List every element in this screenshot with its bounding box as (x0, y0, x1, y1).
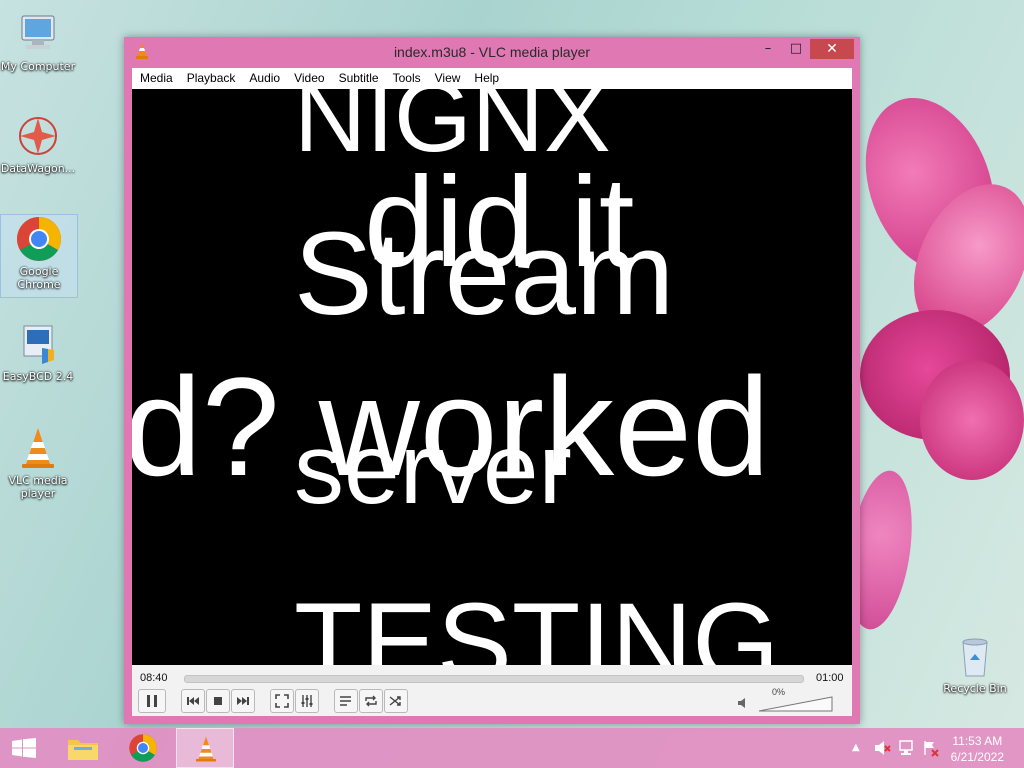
datawagon-icon (14, 112, 62, 160)
fullscreen-icon (275, 694, 289, 708)
taskbar-clock[interactable]: 11:53 AM 6/21/2022 (951, 733, 1004, 765)
playback-controls: 08:40 01:00 0% (132, 665, 852, 716)
menu-playback[interactable]: Playback (179, 68, 242, 85)
stop-button[interactable] (206, 689, 230, 713)
menu-view[interactable]: View (427, 68, 467, 85)
close-button[interactable]: ✕ (810, 39, 854, 59)
shuffle-icon (389, 696, 401, 706)
menu-tools[interactable]: Tools (385, 68, 427, 85)
taskbar-vlc[interactable] (176, 728, 234, 768)
menu-video[interactable]: Video (286, 68, 330, 85)
recycle-bin-icon (951, 632, 999, 680)
network-icon[interactable] (898, 739, 916, 761)
extended-settings-button[interactable] (295, 689, 319, 713)
desktop-icon-label: Recycle Bin (943, 682, 1007, 695)
loop-button[interactable] (359, 689, 383, 713)
desktop-icon-recycle-bin[interactable]: Recycle Bin (937, 632, 1013, 695)
taskbar-file-explorer[interactable] (54, 728, 112, 768)
clock-time: 11:53 AM (952, 734, 1003, 748)
playlist-button[interactable] (334, 689, 358, 713)
menu-bar: Media Playback Audio Video Subtitle Tools View… (132, 68, 852, 89)
stop-icon (214, 697, 222, 705)
remaining-time: 01:00 (816, 672, 844, 684)
desktop-icon-google-chrome[interactable]: Google Chrome (0, 214, 78, 298)
folder-icon (68, 740, 98, 760)
desktop-icon-datawagon[interactable]: DataWagon... (0, 112, 76, 175)
elapsed-time: 08:40 (140, 672, 168, 684)
shuffle-button[interactable] (384, 689, 408, 713)
taskbar: ▲ 11:53 AM 6/21/2022 (0, 728, 1024, 768)
menu-media[interactable]: Media (132, 68, 179, 85)
pause-button[interactable] (138, 689, 166, 713)
previous-icon (187, 697, 199, 705)
video-text-server: server (294, 413, 572, 525)
volume-slider[interactable] (758, 696, 834, 712)
chrome-icon (15, 215, 63, 263)
maximize-button[interactable]: □ (782, 39, 810, 59)
vlc-window[interactable]: index.m3u8 - VLC media player – □ ✕ Medi… (124, 37, 860, 724)
speaker-icon[interactable] (737, 697, 749, 712)
fullscreen-button[interactable] (270, 689, 294, 713)
window-title: index.m3u8 - VLC media player (393, 44, 591, 60)
speaker-muted-icon[interactable] (874, 739, 892, 761)
desktop-icon-label: Google Chrome (17, 265, 61, 291)
windows-logo-icon (12, 738, 36, 758)
start-button[interactable] (0, 728, 48, 768)
chrome-icon (129, 734, 157, 762)
action-center-flag-icon[interactable] (922, 739, 940, 761)
desktop-icon-label: My Computer (0, 60, 76, 73)
desktop-icon-label: EasyBCD 2.4 (2, 370, 74, 383)
desktop-icon-vlc[interactable]: VLC media player (0, 424, 76, 500)
show-hidden-icons-chevron-icon[interactable]: ▲ (852, 742, 860, 753)
previous-button[interactable] (181, 689, 205, 713)
desktop-icon-easybcd[interactable]: EasyBCD 2.4 (0, 320, 76, 383)
vlc-cone-icon (14, 424, 62, 472)
video-area[interactable]: NIGNX did it Stream d? worked server TES… (132, 89, 852, 665)
menu-audio[interactable]: Audio (241, 68, 286, 85)
playlist-icon (340, 696, 351, 706)
pause-icon (147, 695, 157, 707)
next-icon (237, 697, 249, 705)
vlc-client-area: Media Playback Audio Video Subtitle Tools View… (132, 68, 852, 716)
clock-date: 6/21/2022 (950, 750, 1004, 764)
easybcd-icon (14, 320, 62, 368)
video-text-testing: TESTING (294, 580, 780, 666)
desktop-icon-my-computer[interactable]: My Computer (0, 10, 76, 73)
title-bar[interactable]: index.m3u8 - VLC media player – □ ✕ (124, 37, 860, 67)
loop-icon (365, 695, 377, 707)
taskbar-chrome[interactable] (114, 728, 172, 768)
seek-bar[interactable] (184, 675, 804, 683)
computer-icon (14, 10, 62, 58)
minimize-button[interactable]: – (754, 39, 782, 59)
desktop-icon-label: DataWagon... (0, 162, 76, 175)
video-text-stream: Stream (294, 208, 675, 340)
menu-help[interactable]: Help (466, 68, 505, 85)
menu-subtitle[interactable]: Subtitle (331, 68, 385, 85)
equalizer-icon (301, 695, 313, 707)
vlc-cone-icon (196, 736, 216, 762)
next-button[interactable] (231, 689, 255, 713)
desktop-icon-label: VLC media player (8, 474, 68, 500)
